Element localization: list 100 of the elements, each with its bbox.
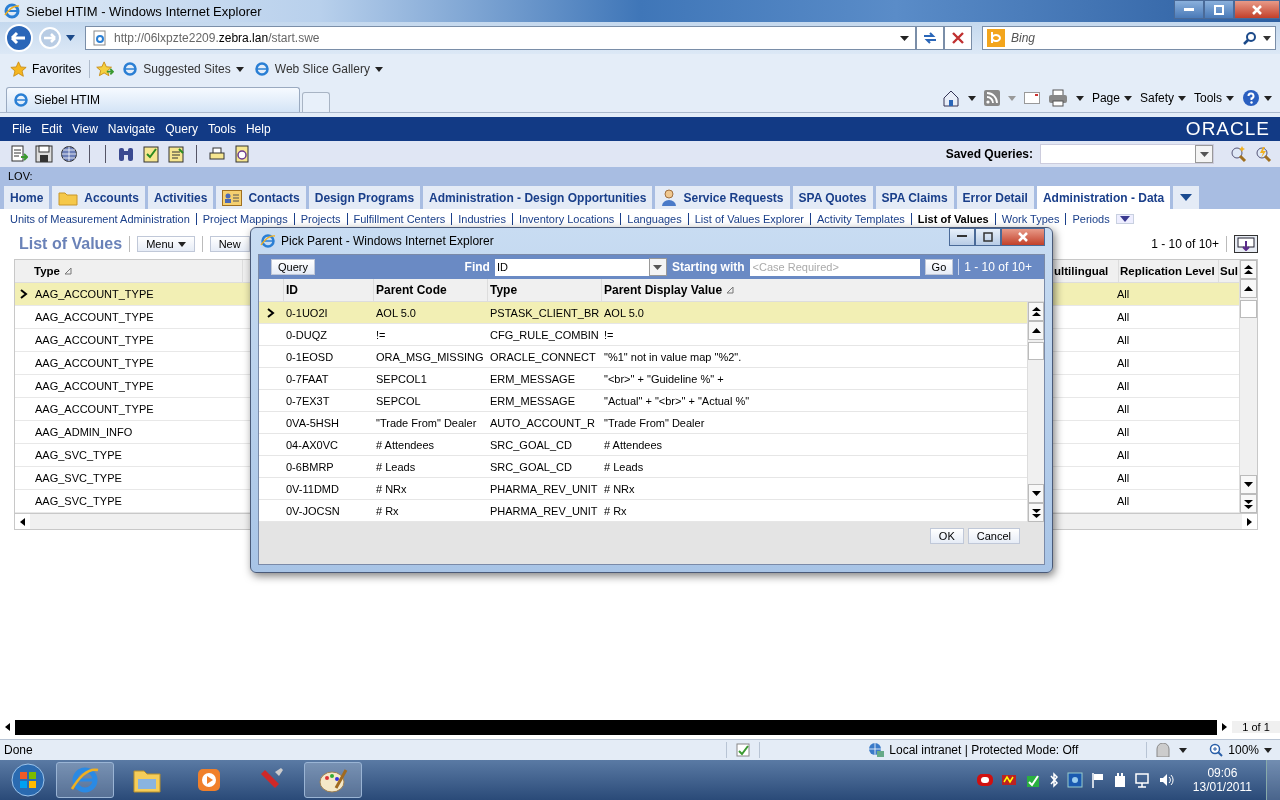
view-link[interactable]: Inventory Locations	[518, 212, 615, 226]
screen-tab[interactable]: SPA Claims	[875, 186, 954, 209]
menu-item[interactable]: View	[68, 122, 102, 136]
flag-icon[interactable]	[1090, 772, 1105, 788]
command-menu[interactable]: Page	[1091, 91, 1132, 105]
saved-queries-dropdown[interactable]	[1040, 144, 1214, 164]
taskbar-app[interactable]	[304, 762, 362, 798]
view-link[interactable]: Projects	[300, 212, 341, 226]
security-zone[interactable]: Local intranet | Protected Mode: Off	[868, 742, 1079, 758]
stop-button[interactable]	[944, 26, 972, 50]
vertical-scrollbar[interactable]	[1239, 260, 1257, 513]
screen-tab[interactable]: Home	[4, 186, 50, 209]
caret-icon[interactable]	[1075, 95, 1084, 101]
command-menu[interactable]: Tools	[1194, 91, 1234, 105]
column-header[interactable]: Type	[33, 260, 243, 282]
tray-icon[interactable]	[976, 774, 993, 786]
find-dropdown[interactable]: ID	[494, 258, 667, 276]
speaker-icon[interactable]	[1158, 772, 1175, 788]
more-views-button[interactable]	[1115, 214, 1134, 224]
screen-tab[interactable]: Design Programs	[308, 186, 421, 209]
view-link[interactable]: List of Values	[917, 212, 989, 226]
clock-date[interactable]: 13/01/2011	[1192, 780, 1252, 794]
feed-icon[interactable]	[983, 90, 1000, 106]
view-link[interactable]: Fulfillment Centers	[353, 212, 446, 226]
power-icon[interactable]	[1112, 772, 1127, 788]
report-icon[interactable]	[233, 145, 251, 163]
table-row[interactable]: 0V-11DMD # NRx PHARMA_REV_UNIT # NRx	[259, 478, 1027, 500]
cancel-button[interactable]: Cancel	[967, 528, 1020, 544]
home-icon[interactable]	[941, 89, 960, 107]
table-row[interactable]: 04-AX0VC # Attendees SRC_GOAL_CD # Attendees	[259, 434, 1027, 456]
caret-icon[interactable]	[1179, 747, 1188, 753]
column-header[interactable]: Replication Level	[1119, 260, 1219, 282]
screen-tab[interactable]: Error Detail	[956, 186, 1034, 209]
browser-tab[interactable]: Siebel HTIM	[6, 87, 300, 112]
caret-icon[interactable]	[967, 95, 976, 101]
clock-time[interactable]: 09:06	[1207, 766, 1238, 780]
screen-tab[interactable]: Accounts	[52, 186, 146, 209]
view-link[interactable]: Industries	[458, 212, 506, 226]
view-link[interactable]: Periods	[1072, 212, 1110, 226]
minimize-button[interactable]	[949, 228, 975, 246]
search-icon[interactable]	[1243, 31, 1257, 45]
selected-row[interactable]: 0-1UO2I AOL 5.0 PSTASK_CLIENT_BR AOL 5.0	[259, 302, 1027, 324]
screen-tab[interactable]: Contacts	[216, 186, 306, 209]
favorites-button[interactable]: Favorites	[8, 58, 84, 80]
new-button[interactable]: New	[209, 236, 250, 252]
checklist-icon[interactable]	[142, 145, 160, 163]
table-row[interactable]: 0-6BMRP # Leads SRC_GOAL_CD # Leads	[259, 456, 1027, 478]
menu-item[interactable]: Navigate	[103, 122, 160, 136]
column-header[interactable]: Type	[487, 279, 601, 301]
minimize-button[interactable]	[1174, 0, 1204, 19]
execute-query-icon[interactable]	[1254, 145, 1272, 163]
column-header[interactable]: Parent Code	[373, 279, 487, 301]
view-link[interactable]: Activity Templates	[817, 212, 905, 226]
screen-tab[interactable]: SPA Quotes	[792, 186, 873, 209]
favorites-link[interactable]: Web Slice Gallery	[251, 59, 385, 79]
tray-icon[interactable]	[1000, 772, 1017, 788]
menu-button[interactable]: Menu	[137, 236, 195, 252]
table-row[interactable]: 0-1EOSD ORA_MSG_MISSING ORACLE_CONNECT "%1" not in value map "%2".	[259, 346, 1027, 368]
export-button[interactable]	[1234, 235, 1258, 253]
binoculars-icon[interactable]	[117, 145, 135, 163]
search-field[interactable]: Bing	[982, 26, 1276, 50]
scroll-thumb[interactable]	[1028, 342, 1044, 360]
caret-icon[interactable]	[1263, 35, 1271, 41]
more-tabs-button[interactable]	[1173, 186, 1200, 209]
table-row[interactable]: 0-DUQZ != CFG_RULE_COMBIN !=	[259, 324, 1027, 346]
close-button[interactable]	[1234, 0, 1280, 19]
back-button[interactable]	[4, 23, 34, 53]
ok-button[interactable]: OK	[929, 528, 964, 544]
mail-icon[interactable]	[1023, 92, 1040, 104]
screen-tab[interactable]: Administration - Data	[1036, 186, 1171, 209]
column-header[interactable]: Parent Display Value	[601, 279, 1044, 301]
vertical-scrollbar[interactable]	[1027, 302, 1044, 522]
menu-item[interactable]: Tools	[203, 122, 240, 136]
screen-tab[interactable]: Administration - Design Opportunities	[423, 186, 653, 209]
notepad-icon[interactable]	[167, 145, 185, 163]
bluetooth-icon[interactable]	[1048, 772, 1059, 788]
caret-icon[interactable]	[66, 35, 75, 41]
go-button[interactable]: Go	[924, 259, 954, 275]
printer-icon[interactable]	[1047, 89, 1068, 107]
caret-icon[interactable]	[900, 35, 909, 41]
favorites-link[interactable]: Suggested Sites	[120, 59, 246, 79]
column-header[interactable]: ID	[283, 279, 373, 301]
help-button[interactable]	[1242, 89, 1272, 107]
menu-item[interactable]: Help	[241, 122, 275, 136]
printer-icon[interactable]	[208, 145, 226, 163]
zoom-button[interactable]: 100%	[1209, 743, 1272, 757]
view-link[interactable]: Work Types	[1001, 212, 1060, 226]
menu-item[interactable]: File	[8, 122, 36, 136]
new-query-icon[interactable]	[1229, 145, 1247, 163]
document-icon[interactable]	[10, 145, 28, 163]
screen-tab[interactable]: Activities	[148, 186, 214, 209]
refresh-button[interactable]	[916, 26, 944, 50]
network-icon[interactable]	[1134, 772, 1151, 788]
screen-tab[interactable]: Service Requests	[655, 186, 790, 209]
restore-button[interactable]	[975, 228, 1001, 246]
table-row[interactable]: 0VA-5HSH "Trade From" Dealer AUTO_ACCOUNT_R "Trade From" Dealer	[259, 412, 1027, 434]
starting-with-field[interactable]: <Case Required>	[749, 258, 920, 276]
column-header[interactable]: Sul	[1219, 260, 1239, 282]
view-link[interactable]: Units of Measurement Administration	[10, 212, 190, 226]
add-favorite-icon[interactable]	[96, 61, 115, 77]
